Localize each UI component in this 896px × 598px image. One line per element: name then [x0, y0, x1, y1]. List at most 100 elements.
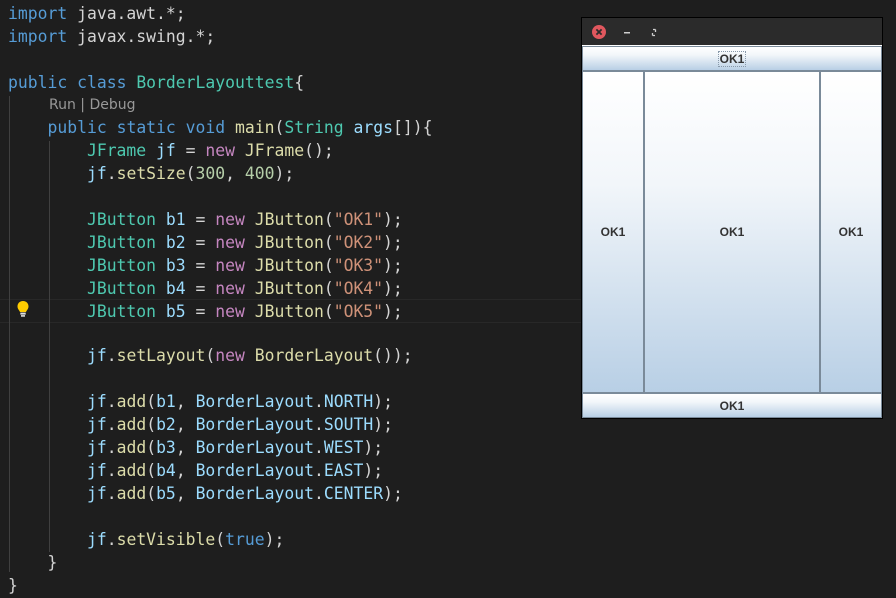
- code-line[interactable]: import java.awt.*;: [8, 2, 186, 25]
- code-line[interactable]: JButton b5 = new JButton("OK5");: [8, 300, 403, 323]
- code-token: add: [116, 392, 147, 411]
- code-token: jf: [86, 392, 107, 411]
- code-token: public: [47, 118, 107, 137]
- swing-window: OK1 OK1 OK1 OK1 OK1: [582, 18, 882, 418]
- code-line[interactable]: }: [8, 551, 57, 574]
- code-token: .: [106, 484, 117, 503]
- code-token: javax.swing.*;: [67, 27, 216, 46]
- code-token: BorderLayouttest: [136, 73, 295, 92]
- code-token: add: [116, 415, 147, 434]
- code-line[interactable]: }: [8, 574, 18, 597]
- code-line[interactable]: jf.add(b2, BorderLayout.SOUTH);: [8, 413, 393, 436]
- code-token: .: [106, 461, 117, 480]
- code-token: 300: [195, 164, 226, 183]
- code-token: add: [116, 484, 147, 503]
- code-token: BorderLayout: [254, 346, 374, 365]
- center-button-label: OK1: [719, 225, 745, 239]
- code-token: .: [106, 392, 117, 411]
- north-button[interactable]: OK1: [582, 46, 882, 71]
- code-token: new: [215, 210, 245, 229]
- code-line[interactable]: public class BorderLayouttest{: [8, 71, 304, 94]
- code-line[interactable]: public static void main(String args[]){: [8, 116, 432, 139]
- codelens-run-link[interactable]: Run: [49, 97, 76, 113]
- code-line[interactable]: jf.add(b5, BorderLayout.CENTER);: [8, 482, 403, 505]
- code-token: (: [146, 438, 157, 457]
- maximize-icon[interactable]: [646, 24, 662, 40]
- code-token: );: [264, 530, 285, 549]
- code-token: add: [116, 461, 147, 480]
- code-token: (: [274, 118, 285, 137]
- south-button[interactable]: OK1: [582, 393, 882, 418]
- code-token: jf: [86, 484, 107, 503]
- code-token: );: [274, 164, 295, 183]
- code-token: b4: [165, 279, 186, 298]
- code-token: JFrame: [86, 141, 147, 160]
- code-token: );: [383, 210, 403, 229]
- code-line[interactable]: jf.setLayout(new BorderLayout());: [8, 344, 413, 367]
- code-token: add: [116, 438, 147, 457]
- code-token: .: [313, 438, 324, 457]
- code-line[interactable]: jf.setVisible(true);: [8, 528, 284, 551]
- code-line[interactable]: JFrame jf = new JFrame();: [8, 139, 334, 162]
- code-token: );: [363, 438, 384, 457]
- code-token: new: [215, 279, 245, 298]
- code-token: jf: [86, 164, 107, 183]
- code-line[interactable]: jf.add(b3, BorderLayout.WEST);: [8, 436, 383, 459]
- window-titlebar[interactable]: [582, 18, 882, 45]
- code-token: ,: [175, 438, 196, 457]
- code-line[interactable]: jf.setSize(300, 400);: [8, 162, 294, 185]
- code-token: import: [8, 27, 68, 46]
- north-button-label: OK1: [717, 50, 747, 67]
- code-token: BorderLayout: [195, 415, 314, 434]
- code-token: setSize: [116, 164, 186, 183]
- code-token: BorderLayout: [195, 484, 314, 503]
- code-line[interactable]: jf.add(b1, BorderLayout.NORTH);: [8, 390, 393, 413]
- code-token: BorderLayout: [195, 438, 314, 457]
- code-token: JButton: [254, 279, 324, 298]
- code-token: JButton: [254, 233, 324, 252]
- code-line[interactable]: JButton b4 = new JButton("OK4");: [8, 277, 403, 300]
- code-token: .: [106, 530, 117, 549]
- codelens-debug-link[interactable]: Debug: [89, 97, 135, 113]
- code-token: =: [185, 302, 216, 321]
- code-token: (: [146, 415, 157, 434]
- west-button[interactable]: OK1: [582, 71, 644, 393]
- code-token: b1: [165, 210, 186, 229]
- minimize-icon[interactable]: [619, 24, 635, 40]
- code-token: args: [353, 118, 393, 137]
- code-line[interactable]: JButton b3 = new JButton("OK3");: [8, 254, 403, 277]
- code-token: new: [215, 256, 245, 275]
- east-button[interactable]: OK1: [820, 71, 882, 393]
- code-token: =: [185, 233, 216, 252]
- code-token: ();: [304, 141, 334, 160]
- code-token: "OK3": [333, 256, 384, 275]
- code-line[interactable]: jf.add(b4, BorderLayout.EAST);: [8, 459, 383, 482]
- west-button-label: OK1: [600, 225, 626, 239]
- code-token: b2: [165, 233, 186, 252]
- code-token: =: [185, 210, 216, 229]
- center-button[interactable]: OK1: [644, 71, 820, 393]
- code-token: BorderLayout: [195, 392, 314, 411]
- code-token: );: [373, 415, 393, 434]
- code-token: .: [106, 438, 117, 457]
- code-line[interactable]: JButton b2 = new JButton("OK2");: [8, 231, 403, 254]
- code-line[interactable]: JButton b1 = new JButton("OK1");: [8, 208, 403, 231]
- code-token: JButton: [86, 279, 157, 298]
- code-token: (: [205, 346, 216, 365]
- code-token: );: [383, 484, 403, 503]
- codelens: Run | Debug: [49, 95, 136, 115]
- close-icon[interactable]: [591, 24, 607, 40]
- code-token: (: [146, 484, 157, 503]
- code-token: b5: [156, 484, 176, 503]
- code-token: .: [106, 415, 117, 434]
- code-line[interactable]: import javax.swing.*;: [8, 25, 215, 48]
